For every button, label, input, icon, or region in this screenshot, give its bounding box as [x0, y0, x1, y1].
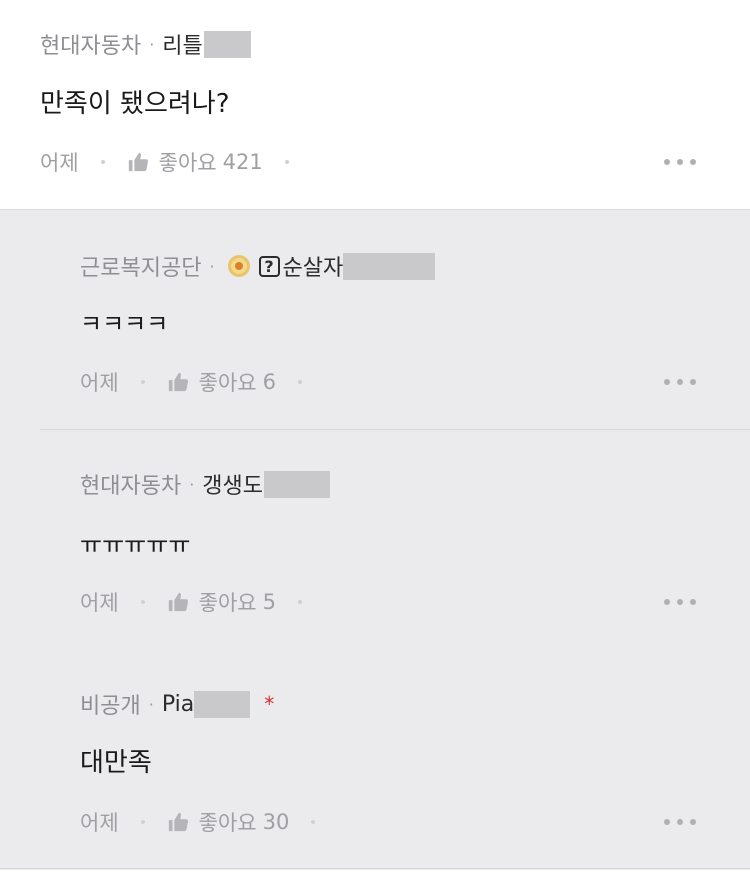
meta-separator: · — [148, 694, 154, 714]
more-options-icon[interactable] — [664, 817, 696, 827]
reply-text: 대만족 — [80, 748, 152, 778]
like-label: 좋아요 — [198, 371, 257, 395]
redacted-nickname — [194, 690, 251, 718]
author-nickname[interactable]: 리틀 — [162, 28, 202, 60]
meta-separator: · — [189, 474, 195, 494]
action-separator — [297, 600, 302, 604]
like-label: 좋아요 — [198, 591, 257, 615]
action-separator — [100, 160, 105, 164]
thumbs-up-icon — [167, 371, 189, 393]
replies-section: 근로복지공단 · ? 순살자 ㅋㅋㅋㅋ 어제 좋아요 6 현대자동차 · 갱생도… — [0, 210, 750, 870]
more-options-icon[interactable] — [664, 377, 696, 387]
comment-text: 만족이 됐으려나? — [40, 89, 230, 119]
like-label: 좋아요 — [198, 811, 257, 835]
question-badge-icon: ? — [258, 255, 280, 277]
comment-actions: 어제 좋아요 421 — [40, 146, 311, 178]
main-comment: 현대자동차 · 리틀 만족이 됐으려나? 어제 좋아요 421 — [0, 0, 750, 210]
like-count: 5 — [262, 590, 276, 614]
reply-text: ㅋㅋㅋㅋ — [80, 310, 169, 338]
meta-separator: · — [149, 34, 155, 54]
like-button[interactable]: 좋아요 5 — [167, 587, 276, 617]
company-name: 비공개 — [80, 694, 141, 719]
author-nickname[interactable]: 순살자 — [283, 250, 344, 282]
action-separator — [140, 820, 145, 824]
like-count: 421 — [222, 150, 263, 174]
reply-meta: 근로복지공단 · ? 순살자 — [80, 250, 436, 282]
thumbs-up-icon — [167, 811, 189, 833]
more-options-icon[interactable] — [664, 597, 696, 607]
like-button[interactable]: 좋아요 6 — [167, 367, 276, 397]
comment-time: 어제 — [40, 151, 79, 175]
gold-badge-icon — [227, 254, 251, 278]
reply-actions: 어제 좋아요 5 — [80, 586, 324, 618]
more-options-icon[interactable] — [664, 157, 696, 167]
like-button[interactable]: 좋아요 421 — [127, 147, 263, 177]
comment-meta: 현대자동차 · 리틀 — [40, 28, 251, 60]
company-name: 현대자동차 — [40, 34, 142, 59]
action-separator — [297, 380, 302, 384]
company-name: 현대자동차 — [80, 474, 182, 499]
action-separator — [140, 600, 145, 604]
like-label: 좋아요 — [158, 151, 217, 175]
bottom-divider — [0, 868, 750, 869]
comment-time: 어제 — [80, 591, 119, 615]
reply-actions: 어제 좋아요 6 — [80, 366, 324, 398]
comment-time: 어제 — [80, 811, 119, 835]
action-separator — [284, 160, 289, 164]
thumbs-up-icon — [127, 151, 149, 173]
company-name: 근로복지공단 — [80, 256, 202, 281]
action-separator — [311, 820, 316, 824]
author-nickname[interactable]: 갱생도 — [202, 468, 263, 500]
reply-meta: 비공개 · Pia * — [80, 688, 274, 720]
like-count: 6 — [262, 370, 276, 394]
reply-divider — [40, 429, 750, 430]
action-separator — [140, 380, 145, 384]
thumbs-up-icon — [167, 591, 189, 613]
reply-text: ㅠㅠㅠㅠㅠ — [80, 531, 191, 559]
author-nickname[interactable]: Pia — [162, 692, 194, 717]
redacted-nickname — [203, 30, 251, 58]
redacted-nickname — [264, 470, 331, 498]
like-count: 30 — [262, 810, 290, 834]
reply-meta: 현대자동차 · 갱생도 — [80, 468, 331, 500]
new-comment-star: * — [264, 692, 275, 716]
reply-actions: 어제 좋아요 30 — [80, 806, 337, 838]
like-button[interactable]: 좋아요 30 — [167, 807, 290, 837]
comment-time: 어제 — [80, 371, 119, 395]
meta-separator: · — [209, 256, 215, 276]
redacted-nickname — [343, 252, 436, 280]
